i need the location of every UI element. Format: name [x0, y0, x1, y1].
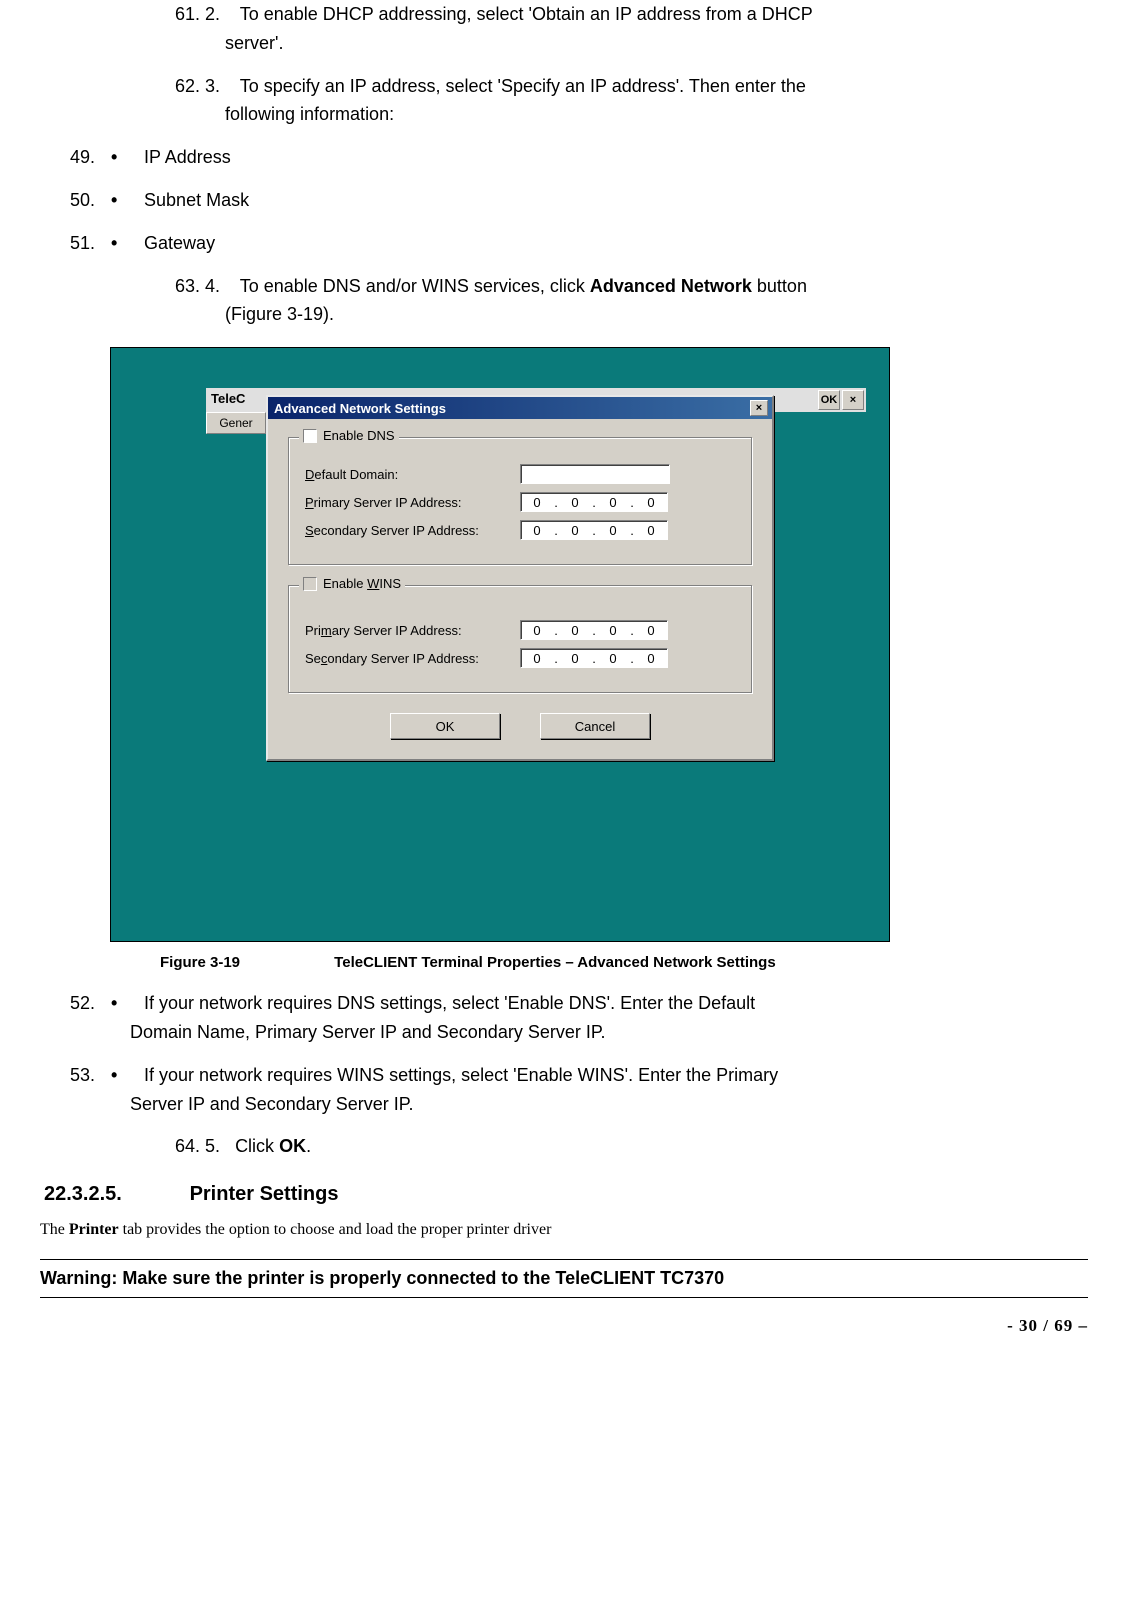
bullet-51: 51. • Gateway — [70, 229, 1088, 258]
divider-bottom — [40, 1297, 1088, 1298]
bullet-icon: • — [111, 1061, 129, 1090]
step-text-pre: Click — [235, 1136, 279, 1156]
bullet-50: 50. • Subnet Mask — [70, 186, 1088, 215]
page-number: - 30 / 69 – — [40, 1316, 1088, 1336]
bullet-53: 53. • If your network requires WINS sett… — [70, 1061, 1088, 1119]
dns-primary-label: Primary Server IP Address: — [305, 495, 520, 510]
step-text-bold: Advanced Network — [590, 276, 752, 296]
step-64: 64. 5. Click OK. — [175, 1132, 1088, 1161]
figure-number: Figure 3-19 — [160, 954, 330, 971]
heading-number: 22.3.2.5. — [44, 1183, 184, 1206]
bullet-icon: • — [111, 989, 129, 1018]
bullet-icon: • — [111, 186, 129, 215]
wins-secondary-label: Secondary Server IP Address: — [305, 651, 520, 666]
enable-wins-label: Enable WINS — [323, 576, 401, 591]
enable-wins-legend[interactable]: Enable WINS — [299, 576, 405, 591]
background-window-label: TeleC — [211, 388, 245, 406]
ok-button[interactable]: OK — [390, 713, 500, 739]
step-text-pre: To enable DNS and/or WINS services, clic… — [240, 276, 590, 296]
dns-secondary-ip-input[interactable]: 0. 0. 0. 0 — [520, 520, 668, 540]
dialog-titlebar: Advanced Network Settings × — [268, 397, 772, 419]
step-61: 61. 2. To enable DHCP addressing, select… — [175, 0, 1088, 58]
step-text-post: button — [752, 276, 807, 296]
figure-3-19: OK × TeleC Gener Advanced Network Settin… — [110, 347, 1088, 942]
printer-body-text: The Printer tab provides the option to c… — [40, 1220, 1088, 1241]
background-tab-general[interactable]: Gener — [206, 412, 266, 434]
step-text-bold: OK — [279, 1136, 306, 1156]
default-domain-input[interactable] — [520, 464, 670, 484]
bullet-text: Gateway — [144, 233, 215, 253]
step-number: 61. 2. — [175, 4, 220, 24]
bullet-text-cont: Server IP and Secondary Server IP. — [70, 1090, 1088, 1119]
bullet-text-cont: Domain Name, Primary Server IP and Secon… — [70, 1018, 1088, 1047]
bullet-52: 52. • If your network requires DNS setti… — [70, 989, 1088, 1047]
bullet-icon: • — [111, 229, 129, 258]
dialog-title-text: Advanced Network Settings — [274, 401, 446, 416]
heading-text: Printer Settings — [190, 1183, 339, 1205]
step-number: 63. 4. — [175, 276, 220, 296]
heading-printer-settings: 22.3.2.5. Printer Settings — [44, 1183, 1088, 1206]
step-63: 63. 4. To enable DNS and/or WINS service… — [175, 272, 1088, 330]
step-text-cont: following information: — [175, 100, 1088, 129]
bullet-number: 49. — [70, 143, 106, 172]
bullet-text: If your network requires WINS settings, … — [144, 1065, 778, 1085]
screenshot-desktop: OK × TeleC Gener Advanced Network Settin… — [110, 347, 890, 942]
step-text: To enable DHCP addressing, select 'Obtai… — [240, 4, 813, 24]
enable-dns-label: Enable DNS — [323, 428, 395, 443]
step-text-post: . — [306, 1136, 311, 1156]
bullet-number: 52. — [70, 989, 106, 1018]
bullet-number: 51. — [70, 229, 106, 258]
figure-title: TeleCLIENT Terminal Properties – Advance… — [334, 954, 776, 971]
bullet-text: If your network requires DNS settings, s… — [144, 993, 755, 1013]
wins-primary-label: Primary Server IP Address: — [305, 623, 520, 638]
wins-primary-ip-input[interactable]: 0. 0. 0. 0 — [520, 620, 668, 640]
step-text-cont: (Figure 3-19). — [175, 300, 1088, 329]
wins-groupbox: Enable WINS Primary Server IP Address: 0… — [288, 585, 752, 693]
close-icon[interactable]: × — [750, 400, 768, 416]
enable-dns-legend[interactable]: Enable DNS — [299, 428, 399, 443]
step-text-cont: server'. — [175, 29, 1088, 58]
default-domain-label: Default Domain: — [305, 467, 520, 482]
dns-primary-ip-input[interactable]: 0. 0. 0. 0 — [520, 492, 668, 512]
background-close-button[interactable]: × — [842, 390, 864, 410]
enable-wins-checkbox[interactable] — [303, 577, 317, 591]
step-number: 62. 3. — [175, 76, 220, 96]
step-text: To specify an IP address, select 'Specif… — [240, 76, 806, 96]
step-number: 64. 5. — [175, 1136, 220, 1156]
bullet-number: 53. — [70, 1061, 106, 1090]
cancel-button[interactable]: Cancel — [540, 713, 650, 739]
bullet-49: 49. • IP Address — [70, 143, 1088, 172]
wins-secondary-ip-input[interactable]: 0. 0. 0. 0 — [520, 648, 668, 668]
bullet-text: Subnet Mask — [144, 190, 249, 210]
divider-top — [40, 1259, 1088, 1260]
bullet-number: 50. — [70, 186, 106, 215]
figure-caption: Figure 3-19 TeleCLIENT Terminal Properti… — [160, 954, 1088, 971]
dns-secondary-label: Secondary Server IP Address: — [305, 523, 520, 538]
advanced-network-dialog: Advanced Network Settings × Enable DNS D… — [266, 395, 774, 761]
warning-text: Warning: Make sure the printer is proper… — [40, 1268, 1088, 1289]
enable-dns-checkbox[interactable] — [303, 429, 317, 443]
bullet-text: IP Address — [144, 147, 231, 167]
step-62: 62. 3. To specify an IP address, select … — [175, 72, 1088, 130]
dns-groupbox: Enable DNS Default Domain: Primary Serve… — [288, 437, 752, 565]
bullet-icon: • — [111, 143, 129, 172]
background-ok-button[interactable]: OK — [818, 390, 840, 410]
